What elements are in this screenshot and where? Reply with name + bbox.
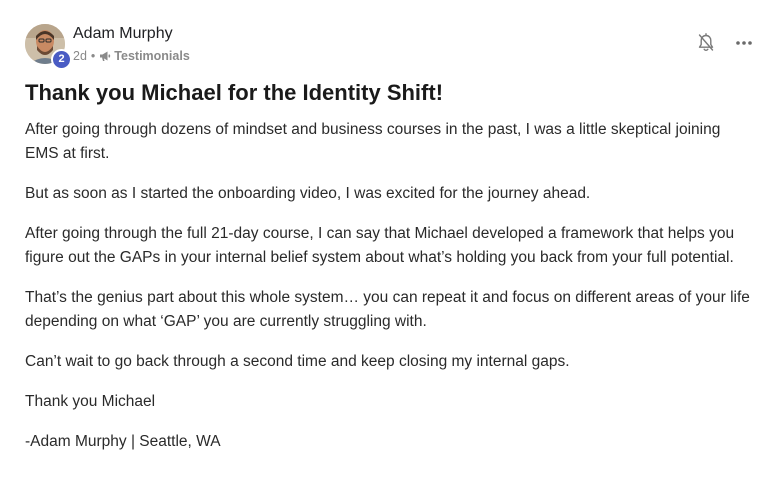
post-signature: -Adam Murphy | Seattle, WA <box>25 433 221 450</box>
post-category[interactable]: Testimonials <box>114 49 189 63</box>
post-paragraph: After going through the full 21-day cour… <box>25 225 735 266</box>
post-meta: 2d • Testimonials <box>73 49 190 63</box>
meta-separator: • <box>90 49 96 63</box>
more-horizontal-icon[interactable] <box>733 32 755 54</box>
post-paragraph: Can’t wait to go back through a second t… <box>25 353 570 370</box>
post-time: 2d <box>73 49 87 63</box>
post-paragraph: That’s the genius part about this whole … <box>25 289 750 330</box>
post-paragraph: But as soon as I started the onboarding … <box>25 185 591 202</box>
post-actions <box>695 32 755 54</box>
post-paragraph: After going through dozens of mindset an… <box>25 121 721 162</box>
post-title: Thank you Michael for the Identity Shift… <box>25 80 444 105</box>
post-header: 2 Adam Murphy 2d • Testimonials <box>25 22 755 70</box>
megaphone-icon <box>99 50 111 62</box>
author-name[interactable]: Adam Murphy <box>73 25 173 43</box>
post-body: After going through dozens of mindset an… <box>25 118 755 470</box>
post-paragraph: Thank you Michael <box>25 393 156 410</box>
bell-off-icon[interactable] <box>695 32 717 54</box>
post-card: 2 Adam Murphy 2d • Testimonials Thank yo… <box>0 0 778 481</box>
level-badge: 2 <box>51 49 72 70</box>
